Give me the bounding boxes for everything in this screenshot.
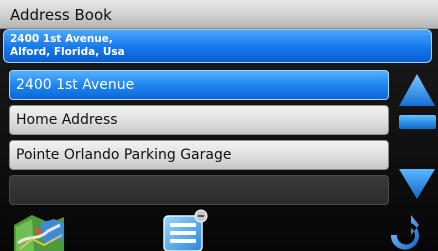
arrow-up-icon [399,74,435,106]
list-details-icon [163,209,208,251]
arrow-down-icon [399,169,435,199]
page-title: Address Book [10,6,112,24]
list-item-label: Pointe Orlando Parking Garage [16,147,232,163]
list-item[interactable]: Pointe Orlando Parking Garage [9,140,389,170]
map-icon [14,215,64,251]
map-button[interactable] [10,209,66,251]
address-line-1: 2400 1st Avenue, [10,33,113,45]
list-item-label: 2400 1st Avenue [16,77,135,93]
list-item-empty[interactable] [9,175,389,205]
address-line-2: Alford, Florida, Usa [10,46,125,58]
scroll-down-button[interactable] [398,165,438,201]
scrollbar-thumb[interactable] [399,115,436,129]
scroll-up-button[interactable] [398,72,438,108]
details-button[interactable] [161,208,209,251]
back-arrow-icon [390,215,419,250]
list-item[interactable]: Home Address [9,105,389,135]
address-book-screen: Address Book 2400 1st Avenue, Alford, Fl… [0,0,438,251]
list-item-label: Home Address [16,112,118,128]
title-bar: Address Book [0,0,438,29]
selected-address-display: 2400 1st Avenue, Alford, Florida, Usa [3,29,432,63]
back-button[interactable] [383,211,423,251]
list-item-selected[interactable]: 2400 1st Avenue [9,70,389,100]
